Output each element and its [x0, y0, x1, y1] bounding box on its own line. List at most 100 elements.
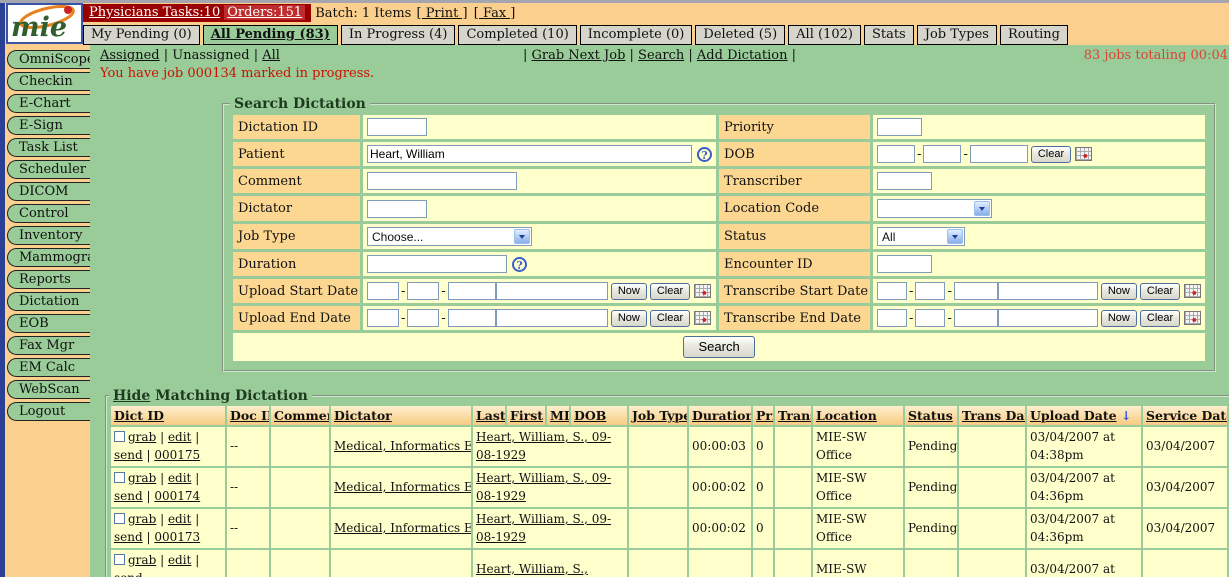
column-header-comment[interactable]: Comment [271, 406, 329, 425]
edit-link[interactable]: edit [168, 553, 191, 567]
calendar-icon[interactable] [1075, 147, 1092, 161]
column-header-dict-id[interactable]: Dict ID [111, 406, 225, 425]
sidebar-item-control[interactable]: Control [7, 204, 90, 223]
orders-link[interactable]: Orders:151 [224, 5, 305, 20]
hide-link[interactable]: Hide [113, 388, 150, 404]
transcribe-end-month-input[interactable] [877, 309, 907, 327]
column-header-pri[interactable]: Pri [753, 406, 773, 425]
send-link[interactable]: send [114, 571, 143, 577]
calendar-icon[interactable] [1184, 284, 1201, 298]
column-header-last[interactable]: Last [473, 406, 505, 425]
dict-id-link[interactable]: 000174 [154, 489, 200, 503]
column-header-mi[interactable]: MI [547, 406, 569, 425]
dob-clear-button[interactable]: Clear [1031, 146, 1071, 163]
edit-link[interactable]: edit [168, 471, 191, 485]
transcribe-start-year-input[interactable] [954, 282, 998, 300]
row-checkbox[interactable] [114, 513, 125, 524]
column-header-upload-date[interactable]: Upload Date ↓ [1027, 406, 1141, 425]
upload-start-year-input[interactable] [448, 282, 496, 300]
physicians-tasks-link[interactable]: Physicians Tasks:10 [89, 5, 220, 20]
column-header-status[interactable]: Status [905, 406, 957, 425]
dict-id-link[interactable]: 000175 [154, 448, 200, 462]
dictator-link[interactable]: Medical, Informatics Eng. [334, 521, 471, 535]
transcribe-start-month-input[interactable] [877, 282, 907, 300]
send-link[interactable]: send [114, 530, 143, 544]
dict-id-link[interactable]: 000173 [154, 530, 200, 544]
tab-all-pending-83[interactable]: All Pending (83) [203, 25, 338, 45]
dictator-link[interactable]: Medical, Informatics Eng. [334, 480, 471, 494]
column-header-location[interactable]: Location [813, 406, 903, 425]
grab-link[interactable]: grab [128, 430, 156, 444]
upload-start-time-input[interactable] [496, 282, 608, 300]
patient-input[interactable] [367, 145, 692, 163]
patient-link[interactable]: Heart, William, S., 09-08-1929 [476, 471, 611, 502]
column-header-dob[interactable]: DOB [571, 406, 627, 425]
transcribe-end-clear-button[interactable]: Clear [1140, 310, 1180, 327]
transcribe-start-clear-button[interactable]: Clear [1140, 283, 1180, 300]
tab-deleted-5[interactable]: Deleted (5) [695, 25, 785, 45]
search-link[interactable]: Search [638, 48, 684, 63]
send-link[interactable]: send [114, 448, 143, 462]
help-icon[interactable]: ? [697, 147, 712, 162]
add-dictation-link[interactable]: Add Dictation [697, 48, 788, 63]
transcribe-end-year-input[interactable] [954, 309, 998, 327]
upload-start-now-button[interactable]: Now [611, 283, 647, 300]
calendar-icon[interactable] [1184, 311, 1201, 325]
upload-start-clear-button[interactable]: Clear [650, 283, 690, 300]
dob-month-input[interactable] [877, 145, 915, 163]
dob-year-input[interactable] [970, 145, 1028, 163]
sidebar-item-omniscope[interactable]: OmniScope [7, 50, 90, 69]
encounter-id-input[interactable] [877, 255, 932, 273]
tab-my-pending-0[interactable]: My Pending (0) [83, 25, 200, 45]
print-link[interactable]: [ Print ] [416, 6, 467, 21]
row-checkbox[interactable] [114, 431, 125, 442]
column-header-first[interactable]: First [507, 406, 545, 425]
sidebar-item-task-list[interactable]: Task List [7, 138, 90, 157]
location-code-select[interactable] [877, 199, 992, 218]
tab-stats[interactable]: Stats [864, 25, 914, 45]
dob-day-input[interactable] [923, 145, 961, 163]
dictator-input[interactable] [367, 200, 427, 218]
sidebar-item-eob[interactable]: EOB [7, 314, 90, 333]
comment-input[interactable] [367, 172, 517, 190]
patient-link[interactable]: Heart, William, S., 09-08-1929 [476, 512, 611, 543]
sidebar-item-mammogra[interactable]: Mammogra [7, 248, 90, 267]
sidebar-item-logout[interactable]: Logout [7, 402, 90, 421]
transcriber-input[interactable] [877, 172, 932, 190]
column-header-job-type[interactable]: Job Type [629, 406, 687, 425]
upload-end-clear-button[interactable]: Clear [650, 310, 690, 327]
search-button[interactable]: Search [683, 336, 754, 358]
patient-link[interactable]: Heart, William, S., 09-08-1929 [476, 430, 611, 461]
calendar-icon[interactable] [694, 284, 711, 298]
sidebar-item-reports[interactable]: Reports [7, 270, 90, 289]
transcribe-start-day-input[interactable] [915, 282, 945, 300]
sidebar-item-scheduler[interactable]: Scheduler [7, 160, 90, 179]
column-header-doc-id[interactable]: Doc ID [227, 406, 269, 425]
column-header-duration[interactable]: Duration [689, 406, 751, 425]
duration-input[interactable] [367, 255, 507, 273]
edit-link[interactable]: edit [168, 512, 191, 526]
dictator-link[interactable]: Medical, Informatics Eng. [334, 439, 471, 453]
job-type-select[interactable]: Choose... [367, 227, 532, 246]
tab-job-types[interactable]: Job Types [917, 25, 997, 45]
tab-in-progress-4[interactable]: In Progress (4) [341, 25, 456, 45]
sidebar-item-em-calc[interactable]: EM Calc [7, 358, 90, 377]
sidebar-item-fax-mgr[interactable]: Fax Mgr [7, 336, 90, 355]
help-icon[interactable]: ? [512, 257, 527, 272]
transcribe-end-time-input[interactable] [998, 309, 1098, 327]
grab-link[interactable]: grab [128, 471, 156, 485]
column-header-trans-date[interactable]: Trans Date [959, 406, 1025, 425]
calendar-icon[interactable] [694, 311, 711, 325]
transcribe-end-day-input[interactable] [915, 309, 945, 327]
tab-incomplete-0[interactable]: Incomplete (0) [580, 25, 693, 45]
tab-all-102[interactable]: All (102) [788, 25, 861, 45]
column-header-dictator[interactable]: Dictator [331, 406, 471, 425]
sidebar-item-checkin[interactable]: Checkin [7, 72, 90, 91]
grab-link[interactable]: grab [128, 512, 156, 526]
transcribe-start-time-input[interactable] [998, 282, 1098, 300]
tab-routing[interactable]: Routing [1000, 25, 1068, 45]
sidebar-item-webscan[interactable]: WebScan [7, 380, 90, 399]
upload-start-day-input[interactable] [407, 282, 439, 300]
row-checkbox[interactable] [114, 472, 125, 483]
sidebar-item-e-sign[interactable]: E-Sign [7, 116, 90, 135]
